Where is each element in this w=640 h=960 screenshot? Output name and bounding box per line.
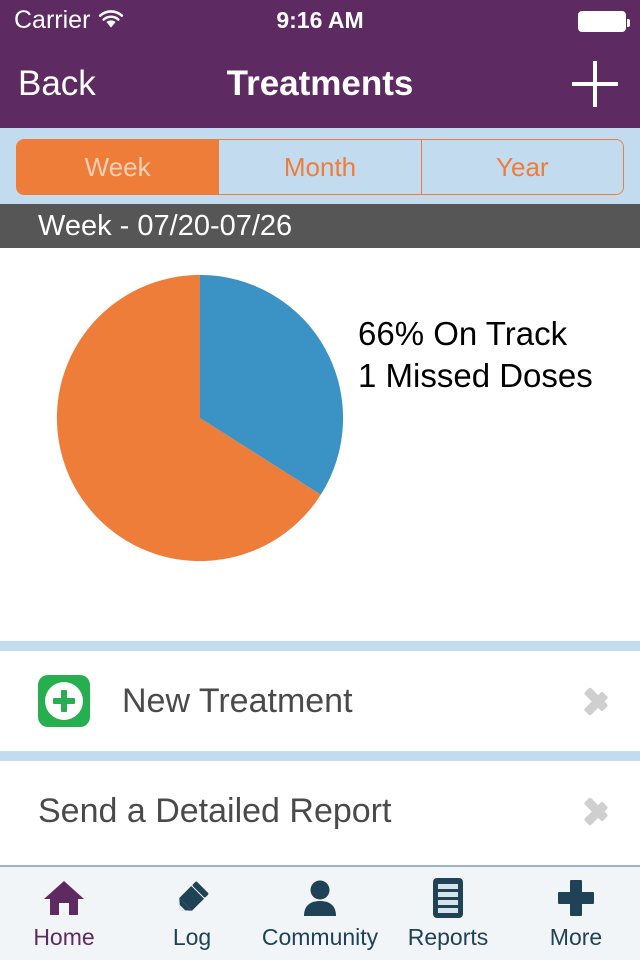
tab-label: Community [261, 924, 379, 950]
person-icon [300, 875, 340, 921]
tab-bar: Home Log Community Reports More [0, 865, 640, 960]
document-icon [431, 875, 465, 921]
segment-week[interactable]: Week [17, 140, 220, 194]
tab-community[interactable]: Community [256, 867, 384, 960]
segment-year[interactable]: Year [421, 140, 623, 194]
pie-chart-svg [56, 274, 344, 562]
battery-icon [578, 11, 630, 32]
list-item-label: New Treatment [122, 681, 353, 720]
list-item-new-treatment[interactable]: New Treatment [0, 651, 640, 751]
page-title: Treatments [226, 64, 414, 103]
green-plus-icon [38, 675, 90, 727]
chevron-right-icon [590, 793, 612, 829]
chart-summary: 66% On Track 1 Missed Doses [358, 313, 593, 397]
period-range-label: Week - 07/20-07/26 [38, 209, 293, 242]
plus-icon [572, 61, 618, 107]
adherence-pie-chart [54, 272, 346, 564]
period-range-bar: Week - 07/20-07/26 [0, 204, 640, 248]
plus-icon [556, 875, 596, 921]
chevron-right-icon [590, 683, 612, 719]
segmented-control[interactable]: Week Month Year [16, 139, 624, 195]
tab-label: Reports [407, 924, 489, 950]
section-divider-middle [0, 751, 640, 761]
list-item-send-report[interactable]: Send a Detailed Report [0, 761, 640, 861]
tab-label: More [549, 924, 603, 950]
period-filter-bar: Week Month Year [0, 128, 640, 204]
tab-reports[interactable]: Reports [384, 867, 512, 960]
home-icon [42, 875, 86, 921]
list-item-label: Send a Detailed Report [38, 791, 392, 830]
tab-label: Log [172, 924, 212, 950]
status-bar-time: 9:16 AM [276, 6, 364, 33]
adherence-chart-card: 66% On Track 1 Missed Doses [0, 248, 640, 641]
tab-more[interactable]: More [512, 867, 640, 960]
on-track-percentage: 66% On Track [358, 315, 568, 352]
tab-label: Home [33, 924, 95, 950]
missed-doses-count: 1 Missed Doses [358, 357, 593, 394]
tab-log[interactable]: Log [128, 867, 256, 960]
navigation-bar: Back Treatments [0, 40, 640, 128]
app-screen: Carrier 9:16 AM Back Treatments Week Mon… [0, 0, 640, 960]
plus-badge [45, 682, 83, 720]
segment-month[interactable]: Month [219, 140, 422, 194]
add-treatment-button[interactable] [572, 40, 618, 128]
section-divider-top [0, 641, 640, 651]
pencil-icon [171, 875, 213, 921]
tab-home[interactable]: Home [0, 867, 128, 960]
status-bar: Carrier 9:16 AM [0, 0, 640, 40]
